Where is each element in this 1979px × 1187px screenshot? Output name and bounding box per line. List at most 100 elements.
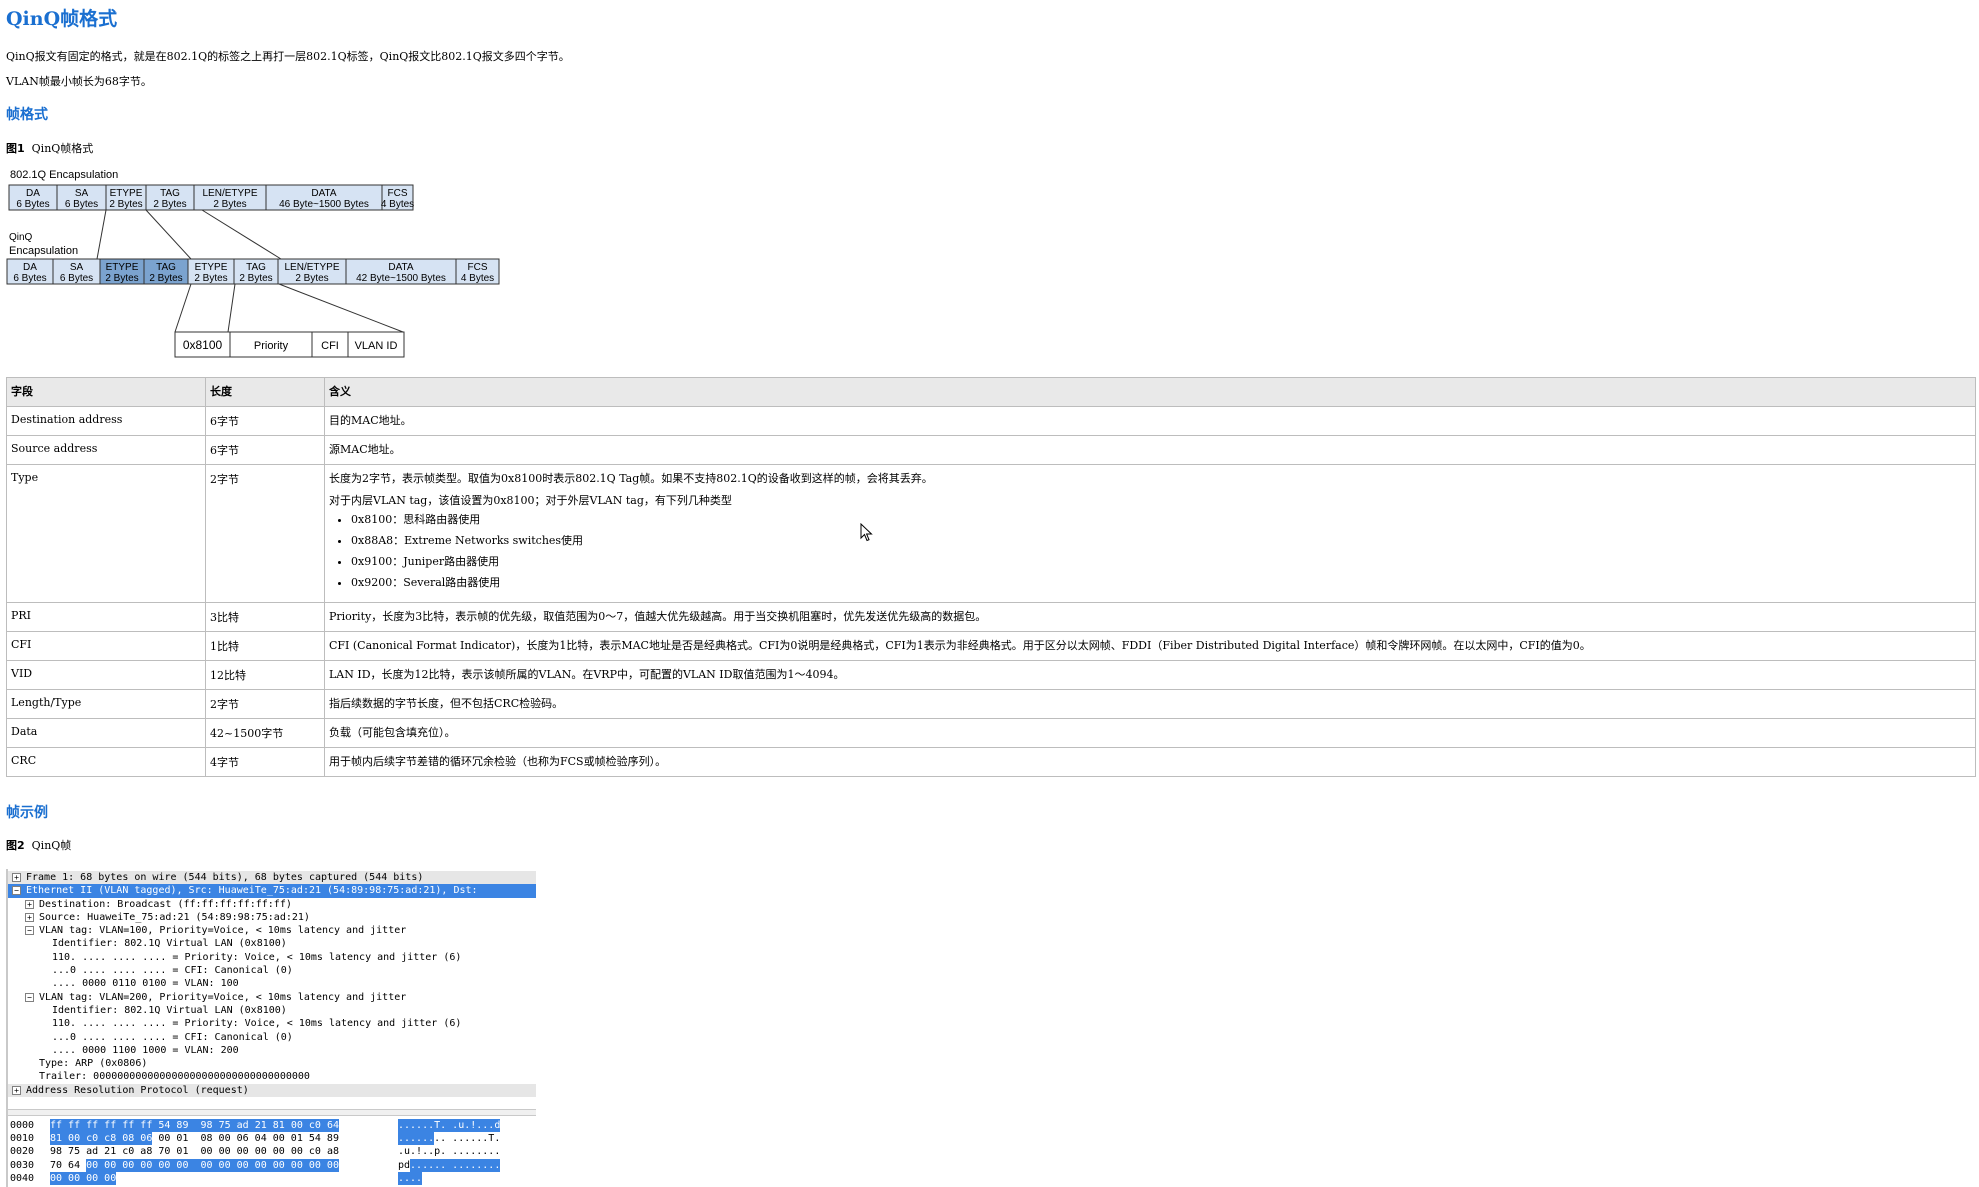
collapse-icon[interactable]: − — [25, 926, 34, 936]
pane-splitter — [8, 1109, 536, 1116]
meaning-text: 长度为2字节，表示帧类型。取值为0x8100时表示802.1Q Tag帧。如果不… — [329, 472, 933, 485]
tree-row[interactable]: Type: ARP (0x0806) — [8, 1057, 536, 1070]
tree-row-text: 110. .... .... .... = Priority: Voice, <… — [52, 1018, 462, 1030]
tree-row[interactable]: + Source: HuaweiTe_75:ad:21 (54:89:98:75:… — [8, 911, 536, 924]
tree-row[interactable]: + Destination: Broadcast (ff:ff:ff:ff:ff:… — [8, 898, 536, 911]
packet-capture-screenshot: + Frame 1: 68 bytes on wire (544 bits), 6… — [6, 869, 536, 1187]
frame-cell-size: 4 Bytes — [461, 273, 494, 284]
hex-offset: 0010 — [10, 1133, 35, 1145]
frame-cell-size: 2 Bytes — [153, 199, 186, 210]
cell-field: Destination address — [6, 406, 206, 436]
frame-cell-name: DATA — [311, 188, 337, 199]
expansion-line — [145, 209, 192, 260]
tree-row[interactable]: + Address Resolution Protocol (request) — [8, 1083, 536, 1098]
cell-meaning: 负载（可能包含填充位）。 — [324, 718, 1976, 748]
figure-1-caption: 图1 QinQ帧格式 — [6, 140, 93, 156]
tree-row[interactable]: 110. .... .... .... = Priority: Voice, <… — [8, 1017, 536, 1030]
cell-length: 3比特 — [205, 602, 325, 632]
header-field: 字段 — [6, 377, 206, 407]
frame-cell-name: FCS — [388, 188, 408, 199]
expansion-line — [227, 283, 236, 333]
tree-row[interactable]: − VLAN tag: VLAN=100, Priority=Voice, < 1… — [8, 924, 536, 937]
tag-field-label: VLAN ID — [355, 340, 398, 352]
frame-cell-name: DA — [26, 188, 40, 199]
meaning-text: 用于帧内后续字节差错的循环冗余检验（也称为FCS或帧检验序列）。 — [329, 755, 667, 768]
frame-cell-name: DATA — [388, 262, 414, 273]
enc1-label: 802.1Q Encapsulation — [10, 169, 118, 181]
frame-cell-name: TAG — [160, 188, 180, 199]
frame-cell-name: SA — [75, 188, 89, 199]
tree-row-text: VLAN tag: VLAN=200, Priority=Voice, < 10… — [39, 991, 407, 1003]
table-row: VID 12比特 LAN ID，长度为12比特，表示该帧所属的VLAN。在VRP中，… — [6, 660, 1976, 690]
hex-offset: 0040 — [10, 1172, 35, 1184]
tree-row-text: ...0 .... .... .... = CFI: Canonical (0) — [52, 1031, 293, 1043]
tree-row[interactable]: ...0 .... .... .... = CFI: Canonical (0) — [8, 1031, 536, 1044]
hex-bytes-selected: 81 00 c0 c8 08 06 — [50, 1132, 153, 1146]
dot1q-frame-row: DA6 BytesSA6 BytesETYPE2 BytesTAG2 Bytes… — [8, 184, 414, 211]
section-heading-format: 帧格式 — [6, 107, 48, 123]
cell-field: CRC — [6, 747, 206, 777]
hex-bytes: 00 01 08 00 06 04 00 01 54 89 — [152, 1133, 339, 1145]
cell-field: Source address — [6, 435, 206, 465]
frame-cell-name: SA — [70, 262, 84, 273]
hex-offset: 0030 — [10, 1159, 35, 1171]
frame-cell-name: ETYPE — [195, 262, 228, 273]
frame-cell-name: DA — [23, 262, 37, 273]
meaning-text: 对于内层VLAN tag，该值设置为0x8100；对于外层VLAN tag，有下… — [329, 494, 732, 507]
hex-bytes-selected: ff ff ff ff ff ff 54 89 98 75 ad 21 81 0… — [50, 1119, 339, 1132]
tree-row-text: Frame 1: 68 bytes on wire (544 bits), 68… — [26, 872, 424, 883]
frame-cell-name: LEN/ETYPE — [284, 262, 339, 273]
tree-row[interactable]: − VLAN tag: VLAN=200, Priority=Voice, < 1… — [8, 991, 536, 1004]
expand-icon[interactable]: + — [12, 1085, 21, 1095]
expand-icon[interactable]: + — [25, 912, 34, 922]
expand-icon[interactable]: + — [12, 873, 21, 882]
expansion-line — [201, 209, 282, 260]
figure-2-caption: 图2 QinQ帧 — [6, 837, 71, 853]
enc2-label-line2: Encapsulation — [9, 245, 78, 257]
page: QinQ 帧格式 QinQ报文有固定的格式，就是在802.1Q的标签之上再打一层8… — [0, 0, 1979, 1187]
collapse-icon[interactable]: − — [25, 992, 34, 1002]
tree-row[interactable]: .... 0000 0110 0100 = VLAN: 100 — [8, 977, 536, 990]
tree-row[interactable]: Identifier: 802.1Q Virtual LAN (0x8100) — [8, 1004, 536, 1017]
cell-length: 1比特 — [205, 631, 325, 661]
tree-row[interactable]: 110. .... .... .... = Priority: Voice, <… — [8, 951, 536, 964]
list-item: 0x9100：Juniper路由器使用 — [351, 554, 1971, 569]
tree-row[interactable]: .... 0000 1100 1000 = VLAN: 200 — [8, 1044, 536, 1057]
tree-row[interactable]: ...0 .... .... .... = CFI: Canonical (0) — [8, 964, 536, 977]
collapse-icon[interactable]: − — [12, 886, 21, 896]
cell-meaning: Priority，长度为3比特，表示帧的优先级，取值范围为0～7，值越大优先级越… — [324, 602, 1976, 632]
expansion-line — [278, 283, 404, 333]
frame-cell-name: TAG — [246, 262, 266, 273]
cell-meaning: CFI (Canonical Format Indicator)，长度为1比特，… — [324, 631, 1976, 661]
frame-cell-name: ETYPE — [106, 262, 139, 273]
tag-field-label: Priority — [254, 340, 289, 352]
frame-cell-name: TAG — [156, 262, 176, 273]
frame-cell-size: 2 Bytes — [194, 273, 227, 284]
tag-field-label: CFI — [321, 340, 339, 352]
frame-cell-size: 46 Byte~1500 Bytes — [279, 199, 369, 210]
meaning-text: Priority，长度为3比特，表示帧的优先级，取值范围为0～7，值越大优先级越… — [329, 610, 987, 623]
tree-row[interactable]: − Ethernet II (VLAN tagged), Src: HuaweiT… — [8, 884, 536, 898]
cell-meaning: 源MAC地址。 — [324, 435, 1976, 465]
enc2-label-line1: QinQ — [9, 232, 33, 243]
frame-cell-size: 2 Bytes — [149, 273, 182, 284]
intro-paragraph: QinQ报文有固定的格式，就是在802.1Q的标签之上再打一层802.1Q标签，… — [6, 50, 570, 63]
table-row: CFI 1比特 CFI (Canonical Format Indicator)，长… — [6, 631, 1976, 661]
cell-length: 6字节 — [205, 406, 325, 436]
ascii-text-selected: ...... — [398, 1132, 435, 1146]
frame-cell-size: 4 Bytes — [381, 199, 414, 210]
frame-cell-size: 2 Bytes — [295, 273, 328, 284]
section-heading-example: 帧示例 — [6, 805, 48, 821]
frame-cell-size: 2 Bytes — [105, 273, 138, 284]
table-row: Length/Type 2字节 指后续数据的字节长度，但不包括CRC检验码。 — [6, 689, 1976, 719]
cell-length: 4字节 — [205, 747, 325, 777]
tree-row-text: Ethernet II (VLAN tagged), Src: HuaweiTe… — [26, 885, 478, 897]
tree-row[interactable]: + Frame 1: 68 bytes on wire (544 bits), 6… — [8, 871, 536, 885]
cell-field: CFI — [6, 631, 206, 661]
ascii-text: .. ......T. — [434, 1133, 501, 1145]
mouse-pointer-icon — [860, 523, 873, 542]
tree-row[interactable]: Trailer: 0000000000000000000000000000000… — [8, 1070, 536, 1083]
expansion-line — [174, 283, 192, 333]
expand-icon[interactable]: + — [25, 899, 34, 909]
tree-row[interactable]: Identifier: 802.1Q Virtual LAN (0x8100) — [8, 937, 536, 950]
